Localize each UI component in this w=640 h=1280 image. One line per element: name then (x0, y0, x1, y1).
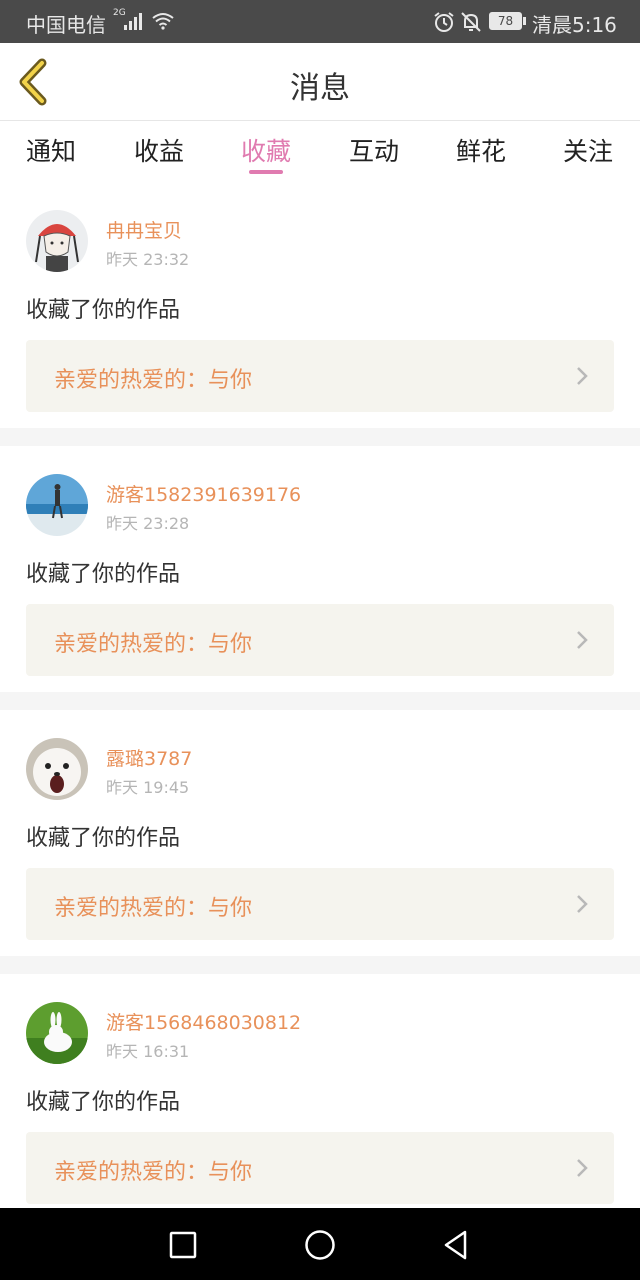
chevron-right-icon (577, 895, 588, 913)
avatar[interactable] (26, 738, 88, 800)
timestamp: 昨天 16:31 (106, 1042, 190, 1061)
action-text: 收藏了你的作品 (26, 298, 181, 323)
recents-square-icon[interactable] (166, 1228, 200, 1262)
avatar[interactable] (26, 210, 88, 272)
tab-interactions[interactable]: 互动 (334, 132, 414, 168)
home-circle-icon[interactable] (303, 1228, 337, 1262)
back-triangle-icon[interactable] (440, 1228, 474, 1262)
timestamp: 昨天 19:45 (106, 778, 190, 797)
tab-follows[interactable]: 关注 (548, 132, 628, 168)
active-tab-indicator (249, 170, 283, 174)
user-name[interactable]: 游客1582391639176 (106, 480, 301, 507)
header: 消息 (0, 43, 640, 121)
carrier-label: 中国电信 (26, 13, 106, 37)
chevron-right-icon (577, 1159, 588, 1177)
page-title: 消息 (290, 71, 350, 106)
tab-favorites[interactable]: 收藏 (226, 132, 306, 168)
system-nav-bar (0, 1208, 640, 1280)
list-item: 游客1582391639176 昨天 23:28 收藏了你的作品 亲爱的热爱的：… (0, 446, 640, 692)
divider (0, 428, 640, 446)
clock: 清晨5:16 (532, 13, 617, 37)
list-item: 游客1568468030812 昨天 16:31 收藏了你的作品 亲爱的热爱的：… (0, 974, 640, 1208)
signal-icon (124, 13, 144, 30)
work-link[interactable]: 亲爱的热爱的：与你 (26, 1132, 614, 1204)
divider (0, 956, 640, 974)
work-link[interactable]: 亲爱的热爱的：与你 (26, 868, 614, 940)
chevron-right-icon (577, 631, 588, 649)
action-text: 收藏了你的作品 (26, 826, 181, 851)
chevron-right-icon (577, 367, 588, 385)
list-item: 冉冉宝贝 昨天 23:32 收藏了你的作品 亲爱的热爱的：与你 (0, 182, 640, 428)
work-title: 亲爱的热爱的：与你 (54, 632, 253, 657)
avatar[interactable] (26, 1002, 88, 1064)
battery-icon: 78 (489, 12, 522, 30)
avatar[interactable] (26, 474, 88, 536)
timestamp: 昨天 23:32 (106, 250, 190, 269)
mute-bell-icon (461, 12, 481, 32)
action-text: 收藏了你的作品 (26, 562, 181, 587)
work-link[interactable]: 亲爱的热爱的：与你 (26, 340, 614, 412)
list-item: 露璐3787 昨天 19:45 收藏了你的作品 亲爱的热爱的：与你 (0, 710, 640, 956)
tab-notifications[interactable]: 通知 (11, 132, 91, 168)
battery-cap (523, 17, 526, 25)
work-title: 亲爱的热爱的：与你 (54, 368, 253, 393)
user-name[interactable]: 冉冉宝贝 (106, 216, 182, 243)
work-title: 亲爱的热爱的：与你 (54, 1160, 253, 1185)
user-name[interactable]: 游客1568468030812 (106, 1008, 301, 1035)
alarm-icon (434, 12, 454, 32)
tab-earnings[interactable]: 收益 (119, 132, 199, 168)
user-name[interactable]: 露璐3787 (106, 744, 192, 771)
wifi-icon (152, 13, 174, 30)
tab-flowers[interactable]: 鲜花 (441, 132, 521, 168)
tab-bar: 通知 收益 收藏 互动 鲜花 关注 (0, 122, 640, 182)
timestamp: 昨天 23:28 (106, 514, 190, 533)
work-link[interactable]: 亲爱的热爱的：与你 (26, 604, 614, 676)
action-text: 收藏了你的作品 (26, 1090, 181, 1115)
divider (0, 692, 640, 710)
status-bar: 中国电信 2G 78 清晨5:16 (0, 0, 640, 43)
work-title: 亲爱的热爱的：与你 (54, 896, 253, 921)
